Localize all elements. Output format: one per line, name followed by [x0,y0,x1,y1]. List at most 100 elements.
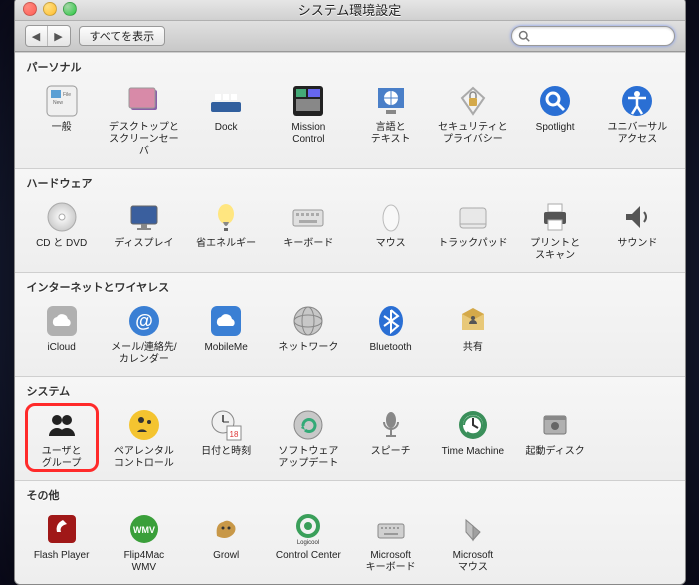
parental-icon [126,407,162,443]
pref-label: Control Center [276,550,341,574]
displays-icon [126,199,162,235]
pref-label: ユーザと グループ [42,446,82,470]
search-box[interactable] [511,26,675,46]
pref-timemachine[interactable]: Time Machine [432,403,514,474]
svg-text:File: File [63,92,71,98]
system-preferences-window: システム環境設定 ◀ ▶ すべてを表示 パーソナル FileNew 一般 [14,0,686,585]
trackpad-icon [455,199,491,235]
section-system: システム ユーザと グループ ペアレンタル コントロール 18 日付と時刻 [15,376,685,480]
zoom-button[interactable] [63,2,77,16]
mail-icon: @ [126,303,162,339]
pref-datetime[interactable]: 18 日付と時刻 [185,403,267,474]
pref-mission-control[interactable]: Mission Control [267,79,349,162]
pref-mobileme[interactable]: MobileMe [185,299,267,370]
pref-label: 共有 [463,342,483,366]
pref-keyboard[interactable]: キーボード [267,195,349,266]
pref-general[interactable]: FileNew 一般 [21,79,103,162]
flash-icon [44,511,80,547]
pref-label: MobileMe [204,342,247,366]
mission-control-icon [290,83,326,119]
pref-mail[interactable]: @ メール/連絡先/ カレンダー [103,299,185,370]
pref-label: Mission Control [291,122,325,146]
spotlight-icon [537,83,573,119]
pref-ms-keyboard[interactable]: Microsoft キーボード [350,507,432,578]
pref-cd-dvd[interactable]: CD と DVD [21,195,103,266]
section-title-personal: パーソナル [15,53,685,77]
pref-growl[interactable]: Growl [185,507,267,578]
show-all-button[interactable]: すべてを表示 [79,26,166,46]
sharing-icon [455,303,491,339]
pref-label: デスクトップと スクリーンセーバ [105,122,183,158]
close-button[interactable] [23,2,37,16]
svg-text:New: New [53,100,63,106]
software-update-icon [290,407,326,443]
pref-label: CD と DVD [36,238,87,262]
pref-spotlight[interactable]: Spotlight [514,79,596,162]
network-icon [290,303,326,339]
pref-trackpad[interactable]: トラックパッド [432,195,514,266]
pref-startup[interactable]: 起動ディスク [514,403,596,474]
section-hardware: ハードウェア CD と DVD ディスプレイ 省エネルギー [15,168,685,272]
datetime-icon: 18 [208,407,244,443]
pref-desktop[interactable]: デスクトップと スクリーンセーバ [103,79,185,162]
pref-parental[interactable]: ペアレンタル コントロール [103,403,185,474]
pref-mouse[interactable]: マウス [350,195,432,266]
pref-print-scan[interactable]: プリントと スキャン [514,195,596,266]
pref-label: ペアレンタル コントロール [114,446,174,470]
pref-network[interactable]: ネットワーク [267,299,349,370]
pref-bluetooth[interactable]: Bluetooth [350,299,432,370]
pref-sharing[interactable]: 共有 [432,299,514,370]
pref-flash-player[interactable]: Flash Player [21,507,103,578]
pref-energy[interactable]: 省エネルギー [185,195,267,266]
cd-dvd-icon [44,199,80,235]
ms-mouse-icon [455,511,491,547]
pref-users-groups[interactable]: ユーザと グループ [21,403,103,474]
svg-text:@: @ [135,311,153,331]
minimize-button[interactable] [43,2,57,16]
pref-label: ディスプレイ [114,238,173,262]
pref-label: キーボード [283,238,333,262]
pref-label: iCloud [47,342,75,366]
timemachine-icon [455,407,491,443]
pref-label: ソフトウェア アップデート [278,446,338,470]
bluetooth-icon [373,303,409,339]
forward-button[interactable]: ▶ [48,26,70,46]
section-other: その他 Flash Player WMV Flip4Mac WMV Growl [15,480,685,584]
pref-label: Time Machine [442,446,504,470]
pref-language-text[interactable]: 言語と テキスト [350,79,432,162]
pref-label: セキュリティと プライバシー [438,122,507,146]
pref-dock[interactable]: Dock [185,79,267,162]
users-icon [44,407,80,443]
icloud-icon [44,303,80,339]
pref-label: 言語と テキスト [371,122,411,146]
pref-label: プリントと スキャン [530,238,580,262]
pref-label: Spotlight [536,122,575,146]
pref-label: ユニバーサル アクセス [607,122,667,146]
pref-software-update[interactable]: ソフトウェア アップデート [267,403,349,474]
pref-label: 省エネルギー [196,238,256,262]
search-input[interactable] [534,29,668,43]
energy-icon [208,199,244,235]
pref-logicool[interactable]: Logicool Control Center [267,507,349,578]
language-icon [373,83,409,119]
pref-sound[interactable]: サウンド [596,195,678,266]
pref-security[interactable]: セキュリティと プライバシー [432,79,514,162]
pref-flip4mac[interactable]: WMV Flip4Mac WMV [103,507,185,578]
flip4mac-icon: WMV [126,511,162,547]
universal-access-icon [619,83,655,119]
pref-label: ネットワーク [278,342,338,366]
pref-icloud[interactable]: iCloud [21,299,103,370]
section-title-internet: インターネットとワイヤレス [15,273,685,297]
pref-ms-mouse[interactable]: Microsoft マウス [432,507,514,578]
pref-speech[interactable]: スピーチ [350,403,432,474]
pref-label: Microsoft マウス [453,550,494,574]
startup-icon [537,407,573,443]
pref-label: マウス [376,238,406,262]
print-icon [537,199,573,235]
pref-label: 一般 [52,122,72,146]
back-button[interactable]: ◀ [26,26,48,46]
pref-universal-access[interactable]: ユニバーサル アクセス [596,79,678,162]
pref-displays[interactable]: ディスプレイ [103,195,185,266]
pref-label: メール/連絡先/ カレンダー [111,342,177,366]
svg-text:WMV: WMV [133,525,155,535]
